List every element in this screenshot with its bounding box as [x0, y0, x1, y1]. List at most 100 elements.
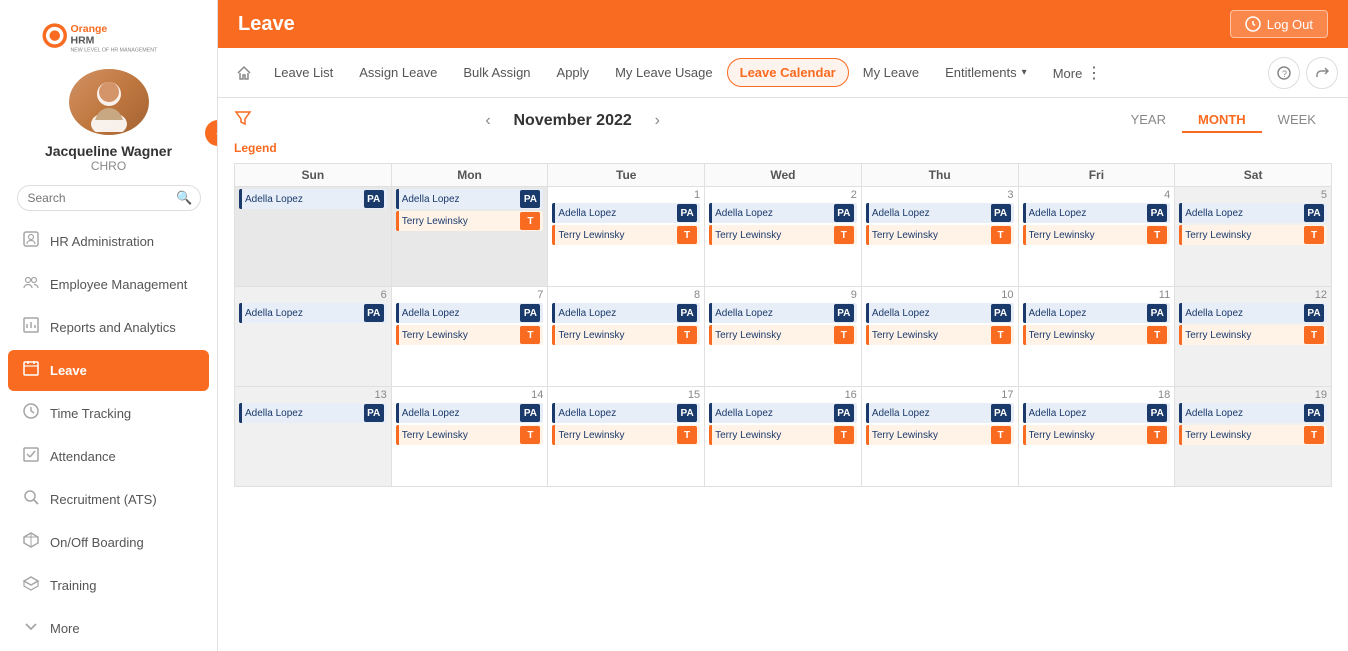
list-item[interactable]: Adella LopezPA: [1179, 403, 1327, 423]
list-item[interactable]: Terry LewinskyT: [866, 225, 1014, 245]
table-row[interactable]: 11Adella LopezPATerry LewinskyT: [1018, 287, 1175, 387]
list-item[interactable]: Terry LewinskyT: [552, 225, 700, 245]
share-button[interactable]: [1306, 57, 1338, 89]
sidebar-item-time[interactable]: Time Tracking: [8, 393, 209, 434]
sidebar-item-reports[interactable]: Reports and Analytics: [8, 307, 209, 348]
list-item[interactable]: Terry LewinskyT: [866, 425, 1014, 445]
col-thu: Thu: [861, 164, 1018, 187]
list-item[interactable]: Adella LopezPA: [709, 203, 857, 223]
table-row[interactable]: 6Adella LopezPA: [235, 287, 392, 387]
legend-row: Legend: [234, 141, 1332, 155]
sidebar-item-more[interactable]: More: [8, 608, 209, 649]
search-icon[interactable]: 🔍: [176, 190, 192, 206]
next-month-btn[interactable]: ›: [655, 112, 660, 130]
search-input[interactable]: [17, 185, 201, 211]
list-item[interactable]: Terry LewinskyT: [1179, 425, 1327, 445]
view-week-btn[interactable]: WEEK: [1262, 108, 1332, 133]
table-row[interactable]: 12Adella LopezPATerry LewinskyT: [1175, 287, 1332, 387]
leave-entry-name: Terry Lewinsky: [872, 230, 991, 241]
list-item[interactable]: Adella LopezPA: [239, 189, 387, 209]
table-row[interactable]: 19Adella LopezPATerry LewinskyT: [1175, 387, 1332, 487]
list-item[interactable]: Terry LewinskyT: [866, 325, 1014, 345]
list-item[interactable]: Adella LopezPA: [1179, 203, 1327, 223]
list-item[interactable]: Terry LewinskyT: [1179, 325, 1327, 345]
table-row[interactable]: 13Adella LopezPA: [235, 387, 392, 487]
tab-leave-calendar[interactable]: Leave Calendar: [727, 58, 849, 87]
table-row[interactable]: Adella LopezPATerry LewinskyT: [391, 187, 548, 287]
sidebar-collapse-btn[interactable]: ‹: [205, 120, 218, 146]
view-year-btn[interactable]: YEAR: [1115, 108, 1182, 133]
list-item[interactable]: Adella LopezPA: [552, 203, 700, 223]
table-row[interactable]: 1Adella LopezPATerry LewinskyT: [548, 187, 705, 287]
recruitment-icon: [22, 488, 40, 511]
table-row[interactable]: 5Adella LopezPATerry LewinskyT: [1175, 187, 1332, 287]
sidebar-item-leave[interactable]: Leave: [8, 350, 209, 391]
list-item[interactable]: Adella LopezPA: [552, 403, 700, 423]
list-item[interactable]: Adella LopezPA: [396, 303, 544, 323]
list-item[interactable]: Terry LewinskyT: [552, 325, 700, 345]
table-row[interactable]: 8Adella LopezPATerry LewinskyT: [548, 287, 705, 387]
tab-bulk-assign[interactable]: Bulk Assign: [451, 59, 542, 86]
list-item[interactable]: Adella LopezPA: [709, 403, 857, 423]
view-month-btn[interactable]: MONTH: [1182, 108, 1262, 133]
list-item[interactable]: Adella LopezPA: [1023, 203, 1171, 223]
table-row[interactable]: 17Adella LopezPATerry LewinskyT: [861, 387, 1018, 487]
tab-apply[interactable]: Apply: [545, 59, 602, 86]
table-row[interactable]: 4Adella LopezPATerry LewinskyT: [1018, 187, 1175, 287]
leave-badge: T: [1304, 326, 1324, 344]
tab-more[interactable]: More ⋮: [1041, 57, 1114, 89]
list-item[interactable]: Terry LewinskyT: [1023, 425, 1171, 445]
sidebar-item-emp-mgmt[interactable]: Employee Management: [8, 264, 209, 305]
filter-button[interactable]: [234, 109, 252, 132]
sidebar-item-hr-admin[interactable]: HR Administration: [8, 221, 209, 262]
table-row[interactable]: 16Adella LopezPATerry LewinskyT: [705, 387, 862, 487]
list-item[interactable]: Adella LopezPA: [239, 303, 387, 323]
list-item[interactable]: Terry LewinskyT: [709, 225, 857, 245]
table-row[interactable]: 3Adella LopezPATerry LewinskyT: [861, 187, 1018, 287]
sidebar-item-recruitment[interactable]: Recruitment (ATS): [8, 479, 209, 520]
tab-assign-leave[interactable]: Assign Leave: [347, 59, 449, 86]
table-row[interactable]: 7Adella LopezPATerry LewinskyT: [391, 287, 548, 387]
table-row[interactable]: 10Adella LopezPATerry LewinskyT: [861, 287, 1018, 387]
sidebar-item-onboarding[interactable]: On/Off Boarding: [8, 522, 209, 563]
list-item[interactable]: Adella LopezPA: [866, 403, 1014, 423]
list-item[interactable]: Adella LopezPA: [709, 303, 857, 323]
list-item[interactable]: Terry LewinskyT: [396, 211, 544, 231]
leave-badge: PA: [364, 404, 384, 422]
leave-badge: T: [677, 326, 697, 344]
list-item[interactable]: Adella LopezPA: [1023, 403, 1171, 423]
tab-my-leave[interactable]: My Leave: [851, 59, 931, 86]
sidebar-item-attendance[interactable]: Attendance: [8, 436, 209, 477]
list-item[interactable]: Adella LopezPA: [396, 189, 544, 209]
list-item[interactable]: Terry LewinskyT: [709, 425, 857, 445]
table-row[interactable]: 2Adella LopezPATerry LewinskyT: [705, 187, 862, 287]
table-row[interactable]: 15Adella LopezPATerry LewinskyT: [548, 387, 705, 487]
list-item[interactable]: Terry LewinskyT: [709, 325, 857, 345]
list-item[interactable]: Terry LewinskyT: [396, 325, 544, 345]
sidebar-item-training[interactable]: Training: [8, 565, 209, 606]
legend-label: Legend: [234, 141, 277, 155]
tab-entitlements[interactable]: Entitlements ▾: [933, 59, 1039, 86]
list-item[interactable]: Adella LopezPA: [552, 303, 700, 323]
table-row[interactable]: 18Adella LopezPATerry LewinskyT: [1018, 387, 1175, 487]
tab-home-btn[interactable]: [228, 59, 260, 87]
list-item[interactable]: Terry LewinskyT: [552, 425, 700, 445]
list-item[interactable]: Terry LewinskyT: [1023, 225, 1171, 245]
list-item[interactable]: Adella LopezPA: [866, 203, 1014, 223]
logout-button[interactable]: Log Out: [1230, 10, 1328, 38]
tab-leave-list[interactable]: Leave List: [262, 59, 345, 86]
list-item[interactable]: Terry LewinskyT: [396, 425, 544, 445]
list-item[interactable]: Terry LewinskyT: [1179, 225, 1327, 245]
list-item[interactable]: Adella LopezPA: [396, 403, 544, 423]
tab-my-leave-usage[interactable]: My Leave Usage: [603, 59, 725, 86]
list-item[interactable]: Adella LopezPA: [866, 303, 1014, 323]
table-row[interactable]: Adella LopezPA: [235, 187, 392, 287]
help-button[interactable]: ?: [1268, 57, 1300, 89]
list-item[interactable]: Terry LewinskyT: [1023, 325, 1171, 345]
list-item[interactable]: Adella LopezPA: [1023, 303, 1171, 323]
table-row[interactable]: 9Adella LopezPATerry LewinskyT: [705, 287, 862, 387]
list-item[interactable]: Adella LopezPA: [239, 403, 387, 423]
table-row[interactable]: 14Adella LopezPATerry LewinskyT: [391, 387, 548, 487]
list-item[interactable]: Adella LopezPA: [1179, 303, 1327, 323]
prev-month-btn[interactable]: ‹: [485, 112, 490, 130]
